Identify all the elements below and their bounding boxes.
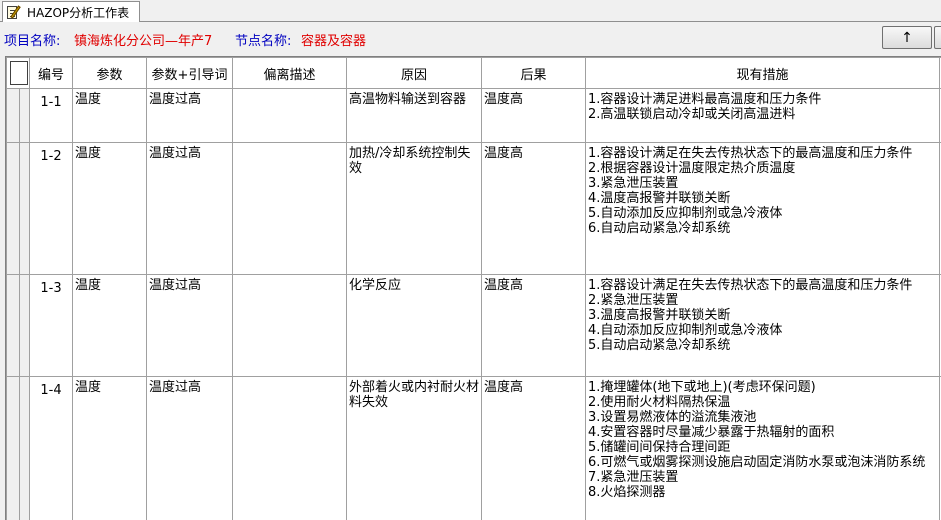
column-header-id[interactable]: 编号	[29, 57, 73, 89]
measure-item: 3.紧急泄压装置	[588, 176, 679, 191]
measure-item: 3.温度高报警并联锁关断	[588, 308, 731, 323]
info-bar: 项目名称: 镇海炼化分公司—年产7 节点名称: 容器及容器	[0, 22, 941, 54]
cell-guide[interactable]: 温度过高	[146, 274, 233, 377]
cell-deviation[interactable]	[232, 142, 347, 275]
cell-param[interactable]: 温度	[72, 376, 147, 520]
measure-item: 3.设置易燃液体的溢流集液池	[588, 410, 757, 425]
measure-item: 1.容器设计满足在失去传热状态下的最高温度和压力条件	[588, 278, 913, 293]
measure-item: 2.紧急泄压装置	[588, 293, 679, 308]
worksheet-edit-icon	[6, 4, 22, 20]
measure-item: 4.自动添加反应抑制剂或急冷液体	[588, 323, 783, 338]
table-row[interactable]: 1-4 温度 温度过高 外部着火或内衬耐火材料失效 温度高 1.掩埋罐体(地下或…	[6, 376, 941, 520]
measure-item: 6.自动启动紧急冷却系统	[588, 221, 731, 236]
project-name-label: 项目名称:	[4, 34, 61, 49]
table-row[interactable]: 1-3 温度 温度过高 化学反应 温度高 1.容器设计满足在失去传热状态下的最高…	[6, 274, 941, 377]
move-up-button[interactable]: ↑	[882, 26, 932, 49]
cell-consequence[interactable]: 温度高	[481, 142, 586, 275]
measure-item: 1.容器设计满足进料最高温度和压力条件	[588, 92, 822, 107]
row-selector[interactable]	[6, 88, 30, 143]
cell-deviation[interactable]	[232, 376, 347, 520]
row-selector[interactable]	[6, 274, 30, 377]
cell-consequence[interactable]: 温度高	[481, 274, 586, 377]
project-name-value: 镇海炼化分公司—年产7	[74, 34, 213, 49]
cell-deviation[interactable]	[232, 88, 347, 143]
measure-item: 4.安置容器时尽量减少暴露于热辐射的面积	[588, 425, 835, 440]
cell-cause[interactable]: 加热/冷却系统控制失效	[346, 142, 482, 275]
tab-hazop-worksheet[interactable]: HAZOP分析工作表	[2, 1, 140, 22]
cell-cause[interactable]: 高温物料输送到容器	[346, 88, 482, 143]
cell-guide[interactable]: 温度过高	[146, 376, 233, 520]
cell-measures[interactable]: 1.容器设计满足进料最高温度和压力条件 2.高温联锁启动冷却或关闭高温进料	[585, 88, 940, 143]
table-row[interactable]: 1-1 温度 温度过高 高温物料输送到容器 温度高 1.容器设计满足进料最高温度…	[6, 88, 941, 143]
tab-strip: HAZOP分析工作表	[0, 0, 941, 22]
measure-item: 2.使用耐火材料隔热保温	[588, 395, 731, 410]
measure-item: 5.储罐间间保持合理间距	[588, 440, 731, 455]
measure-item: 1.掩埋罐体(地下或地上)(考虑环保问题)	[588, 380, 816, 395]
measure-item: 5.自动添加反应抑制剂或急冷液体	[588, 206, 783, 221]
row-selector[interactable]	[6, 142, 30, 275]
tab-label: HAZOP分析工作表	[27, 5, 130, 20]
cell-param[interactable]: 温度	[72, 88, 147, 143]
column-header-deviation[interactable]: 偏离描述	[232, 57, 347, 89]
hazop-table: 编号 参数 参数+引导词 偏离描述 原因 后果 现有措施 1-1 温度 温度过高…	[6, 57, 941, 520]
hazop-grid[interactable]: 编号 参数 参数+引导词 偏离描述 原因 后果 现有措施 1-1 温度 温度过高…	[5, 56, 941, 520]
cell-cause[interactable]: 化学反应	[346, 274, 482, 377]
cell-guide[interactable]: 温度过高	[146, 142, 233, 275]
cell-measures[interactable]: 1.容器设计满足在失去传热状态下的最高温度和压力条件 2.根据容器设计温度限定热…	[585, 142, 940, 275]
node-name-value: 容器及容器	[301, 34, 367, 49]
column-header-param-guide[interactable]: 参数+引导词	[146, 57, 233, 89]
cell-measures[interactable]: 1.掩埋罐体(地下或地上)(考虑环保问题) 2.使用耐火材料隔热保温 3.设置易…	[585, 376, 940, 520]
cell-measures[interactable]: 1.容器设计满足在失去传热状态下的最高温度和压力条件 2.紧急泄压装置 3.温度…	[585, 274, 940, 377]
header-row: 编号 参数 参数+引导词 偏离描述 原因 后果 现有措施	[6, 57, 941, 89]
measure-item: 1.容器设计满足在失去传热状态下的最高温度和压力条件	[588, 146, 913, 161]
node-name-label: 节点名称:	[235, 34, 292, 49]
cell-id[interactable]: 1-3	[29, 274, 73, 377]
arrow-up-icon: ↑	[901, 29, 913, 46]
cell-consequence[interactable]: 温度高	[481, 376, 586, 520]
measure-item: 5.自动启动紧急冷却系统	[588, 338, 731, 353]
measure-item: 8.火焰探测器	[588, 485, 666, 500]
measure-item: 7.紧急泄压装置	[588, 470, 679, 485]
cell-param[interactable]: 温度	[72, 274, 147, 377]
cell-id[interactable]: 1-1	[29, 88, 73, 143]
row-selector[interactable]	[6, 376, 30, 520]
cell-param[interactable]: 温度	[72, 142, 147, 275]
select-all-corner[interactable]	[6, 57, 30, 89]
column-header-cause[interactable]: 原因	[346, 57, 482, 89]
column-header-param[interactable]: 参数	[72, 57, 147, 89]
measure-item: 2.高温联锁启动冷却或关闭高温进料	[588, 107, 796, 122]
column-header-measures[interactable]: 现有措施	[585, 57, 940, 89]
column-header-consequence[interactable]: 后果	[481, 57, 586, 89]
toolbar-button-partial[interactable]	[934, 26, 941, 49]
cell-consequence[interactable]: 温度高	[481, 88, 586, 143]
cell-id[interactable]: 1-4	[29, 376, 73, 520]
cell-guide[interactable]: 温度过高	[146, 88, 233, 143]
table-row[interactable]: 1-2 温度 温度过高 加热/冷却系统控制失效 温度高 1.容器设计满足在失去传…	[6, 142, 941, 275]
cell-cause[interactable]: 外部着火或内衬耐火材料失效	[346, 376, 482, 520]
cell-id[interactable]: 1-2	[29, 142, 73, 275]
measure-item: 4.温度高报警并联锁关断	[588, 191, 731, 206]
measure-item: 6.可燃气或烟雾探测设施启动固定消防水泵或泡沫消防系统	[588, 455, 926, 470]
measure-item: 2.根据容器设计温度限定热介质温度	[588, 161, 796, 176]
cell-deviation[interactable]	[232, 274, 347, 377]
